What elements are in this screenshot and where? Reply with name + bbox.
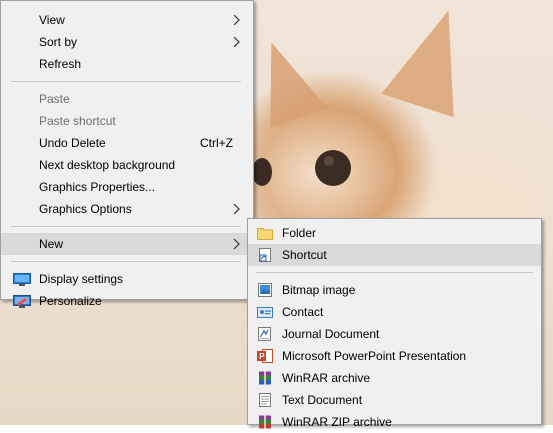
menu-item-next-desktop-background[interactable]: Next desktop background xyxy=(1,154,253,176)
submenu-item-text-document[interactable]: Text Document xyxy=(248,389,541,411)
menu-item-label: Graphics Options xyxy=(39,202,132,216)
wallpaper-kitten-ear xyxy=(381,0,485,118)
menu-item-personalize[interactable]: Personalize xyxy=(1,290,253,312)
submenu-item-journal-document[interactable]: Journal Document xyxy=(248,323,541,345)
submenu-item-label: Microsoft PowerPoint Presentation xyxy=(282,349,467,363)
menu-item-label: Paste xyxy=(39,92,70,106)
personalize-icon xyxy=(13,295,31,308)
keyboard-shortcut: Ctrl+Z xyxy=(200,136,233,150)
chevron-right-icon xyxy=(233,15,240,25)
monitor-icon xyxy=(13,273,31,286)
menu-item-sort-by[interactable]: Sort by xyxy=(1,31,253,53)
menu-item-paste-shortcut: Paste shortcut xyxy=(1,110,253,132)
submenu-item-shortcut[interactable]: Shortcut xyxy=(248,244,541,266)
journal-icon xyxy=(258,327,271,341)
folder-icon xyxy=(257,228,273,240)
menu-separator xyxy=(11,226,241,227)
menu-item-undo-delete[interactable]: Undo Delete Ctrl+Z xyxy=(1,132,253,154)
new-submenu: Folder Shortcut Bitmap image Contact Jou… xyxy=(247,218,542,429)
menu-item-label: Sort by xyxy=(39,35,78,49)
menu-separator xyxy=(11,261,241,262)
menu-item-label: Paste shortcut xyxy=(39,114,116,128)
submenu-item-bitmap-image[interactable]: Bitmap image xyxy=(248,279,541,301)
bitmap-icon xyxy=(258,283,272,297)
menu-item-label: View xyxy=(39,13,65,27)
menu-separator xyxy=(11,81,241,82)
desktop-context-menu: View Sort by Refresh Paste Paste shortcu… xyxy=(0,0,254,308)
powerpoint-icon: P xyxy=(257,349,273,363)
submenu-item-winrar-zip-archive[interactable]: WinRAR ZIP archive xyxy=(248,411,541,433)
winrar-zip-icon xyxy=(259,415,271,429)
chevron-right-icon xyxy=(233,204,240,214)
text-document-icon xyxy=(259,393,271,407)
submenu-item-label: Bitmap image xyxy=(282,283,356,297)
chevron-right-icon xyxy=(233,37,240,47)
submenu-item-label: Text Document xyxy=(282,393,363,407)
menu-item-graphics-properties[interactable]: Graphics Properties... xyxy=(1,176,253,198)
menu-item-paste: Paste xyxy=(1,88,253,110)
menu-item-view[interactable]: View xyxy=(1,9,253,31)
menu-separator xyxy=(256,272,533,273)
submenu-item-contact[interactable]: Contact xyxy=(248,301,541,323)
menu-item-label: Refresh xyxy=(39,57,82,71)
menu-item-label: New xyxy=(39,237,64,251)
shortcut-icon xyxy=(259,248,271,262)
submenu-item-winrar-archive[interactable]: WinRAR archive xyxy=(248,367,541,389)
wallpaper-kitten-ear xyxy=(243,32,327,128)
menu-item-label: Next desktop background xyxy=(39,158,176,172)
contact-icon xyxy=(257,307,273,318)
submenu-item-label: Folder xyxy=(282,226,317,240)
submenu-item-label: Shortcut xyxy=(282,248,327,262)
submenu-item-folder[interactable]: Folder xyxy=(248,222,541,244)
submenu-item-label: WinRAR archive xyxy=(282,371,371,385)
menu-item-label: Display settings xyxy=(39,272,124,286)
menu-item-label: Graphics Properties... xyxy=(39,180,156,194)
svg-text:P: P xyxy=(259,352,265,361)
menu-item-label: Personalize xyxy=(39,294,102,308)
wallpaper-kitten-eye xyxy=(252,158,272,186)
submenu-item-label: Journal Document xyxy=(282,327,380,341)
submenu-item-powerpoint-presentation[interactable]: P Microsoft PowerPoint Presentation xyxy=(248,345,541,367)
menu-item-new[interactable]: New xyxy=(1,233,253,255)
wallpaper-kitten-eye xyxy=(315,150,351,186)
menu-item-refresh[interactable]: Refresh xyxy=(1,53,253,75)
submenu-item-label: WinRAR ZIP archive xyxy=(282,415,392,429)
menu-item-graphics-options[interactable]: Graphics Options xyxy=(1,198,253,220)
chevron-right-icon xyxy=(233,239,240,249)
menu-item-display-settings[interactable]: Display settings xyxy=(1,268,253,290)
submenu-item-label: Contact xyxy=(282,305,324,319)
menu-item-label: Undo Delete xyxy=(39,136,106,150)
winrar-icon xyxy=(259,371,271,385)
